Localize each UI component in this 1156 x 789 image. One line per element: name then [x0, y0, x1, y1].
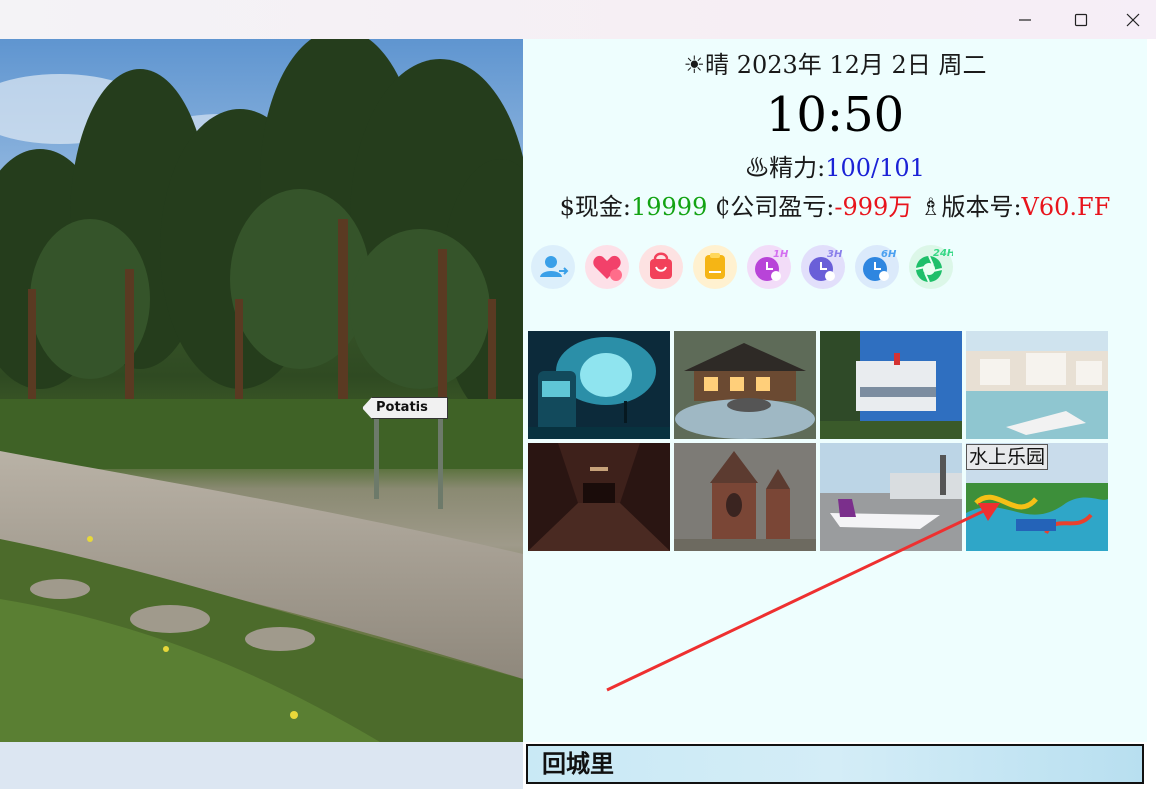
version-icon: ♗	[919, 193, 942, 221]
clock-6h-icon: 6H	[863, 249, 897, 281]
svg-text:6H: 6H	[881, 249, 897, 260]
close-button[interactable]	[1110, 0, 1156, 39]
profile-icon	[540, 256, 569, 277]
shopping-bag-icon	[650, 252, 672, 279]
clock-time: 10:50	[765, 87, 905, 143]
wait-1h-button[interactable]: 1H	[747, 245, 791, 289]
svg-text:3H: 3H	[827, 249, 843, 260]
road-sign-text: Potatis	[376, 400, 428, 415]
bottom-bar-left	[0, 742, 525, 789]
camera-24h-icon: 24H	[915, 248, 953, 283]
modern-building-tile[interactable]	[820, 331, 962, 439]
profile-button[interactable]	[531, 245, 575, 289]
back-to-city-button[interactable]: 回城里	[526, 744, 1144, 784]
scene-image: Potatis	[0, 39, 523, 742]
shopping-button[interactable]	[639, 245, 683, 289]
maximize-button[interactable]	[1058, 0, 1104, 39]
heart-icon	[593, 255, 622, 281]
heart-button[interactable]	[585, 245, 629, 289]
close-icon	[1126, 13, 1140, 26]
airport-tile[interactable]	[820, 443, 962, 551]
version-label: 版本号:	[941, 193, 1022, 221]
seaside-villa-tile[interactable]	[966, 331, 1108, 439]
quick-action-bar: 1H 3H 6H 24H	[531, 245, 971, 289]
old-church-tile[interactable]	[674, 443, 816, 551]
company-icon: ₵	[715, 193, 731, 221]
water-park-tile[interactable]: 水上乐园	[966, 443, 1108, 551]
subway-station-tile[interactable]	[528, 331, 670, 439]
clock-3h-icon: 3H	[809, 249, 843, 281]
wait-6h-button[interactable]: 6H	[855, 245, 899, 289]
svg-text:1H: 1H	[773, 249, 789, 260]
wait-24h-button[interactable]: 24H	[909, 245, 953, 289]
company-label: 公司盈亏:	[730, 193, 835, 221]
svg-text:24H: 24H	[933, 248, 953, 259]
version-value: V60.FF	[1021, 193, 1111, 221]
cash-value: 19999	[631, 193, 708, 221]
cash-label: 现金:	[574, 193, 631, 221]
company-value: -999万	[834, 193, 913, 221]
notepad-icon	[705, 253, 725, 279]
minimize-button[interactable]	[1002, 0, 1048, 39]
panel-gutter	[1147, 39, 1156, 789]
weather-icon: ☀	[683, 51, 706, 79]
minimize-icon	[1019, 18, 1031, 21]
wait-3h-button[interactable]: 3H	[801, 245, 845, 289]
weather-date-line: ☀晴 2023年 12月 2日 周二	[523, 50, 1147, 80]
weather-text: 晴	[705, 51, 730, 79]
energy-icon: ♨	[745, 154, 770, 182]
energy-label: 精力:	[769, 154, 826, 182]
hot-spring-resort-tile[interactable]	[674, 331, 816, 439]
window-title-bar	[0, 0, 1156, 39]
energy-line: ♨精力:100/101	[523, 153, 1147, 183]
date-text: 2023年 12月 2日 周二	[736, 51, 987, 79]
dark-corridor-tile[interactable]	[528, 443, 670, 551]
notepad-button[interactable]	[693, 245, 737, 289]
stats-line: $现金:19999 ₵公司盈亏:-999万 ♗版本号:V60.FF	[523, 191, 1147, 223]
status-panel: ☀晴 2023年 12月 2日 周二 10:50 ♨精力:100/101 $现金…	[523, 39, 1147, 742]
clock-1h-icon: 1H	[755, 249, 789, 281]
cash-icon: $	[559, 193, 575, 221]
energy-value: 100/101	[825, 154, 925, 182]
maximize-icon	[1074, 13, 1088, 26]
water-park-label: 水上乐园	[966, 444, 1049, 470]
road-sign: Potatis	[362, 397, 448, 419]
